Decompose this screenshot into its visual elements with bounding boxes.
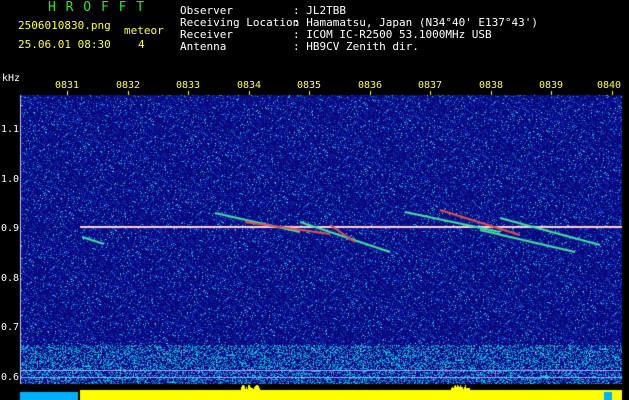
x-tick-label: 0836 — [357, 80, 383, 91]
filename-label: 2506010830.png — [18, 19, 111, 32]
y-tick-label: 1.1 — [0, 124, 19, 135]
x-tick-label: 0831 — [54, 80, 80, 91]
x-tick-label: 0839 — [538, 80, 564, 91]
x-tick-label: 0838 — [478, 80, 504, 91]
hrofft-spectrogram-window: H R O F F T 2506010830.png 25.06.01 08:3… — [0, 0, 629, 400]
x-tick-label: 0832 — [115, 80, 141, 91]
meteor-count: 4 — [138, 38, 145, 51]
meteor-label: meteor — [124, 24, 164, 37]
x-tick-label: 0840 — [596, 80, 622, 91]
y-tick-label: 1.0 — [0, 174, 19, 185]
x-tick-label: 0837 — [417, 80, 443, 91]
datetime-label: 25.06.01 08:30 — [18, 38, 111, 51]
antenna-label: Antenna — [180, 40, 227, 53]
x-tick-label: 0834 — [236, 80, 262, 91]
y-unit-label: kHz — [2, 73, 21, 84]
x-tick-label: 0835 — [296, 80, 322, 91]
antenna-value: : HB9CV Zenith dir. — [293, 40, 419, 53]
x-tick-label: 0833 — [175, 80, 201, 91]
y-tick-label: 0.9 — [0, 223, 19, 234]
app-title: H R O F F T — [48, 0, 146, 15]
y-tick-label: 0.8 — [0, 273, 19, 284]
y-tick-label: 0.6 — [0, 372, 19, 383]
y-tick-label: 0.7 — [0, 322, 19, 333]
spectrogram-canvas — [0, 0, 629, 400]
